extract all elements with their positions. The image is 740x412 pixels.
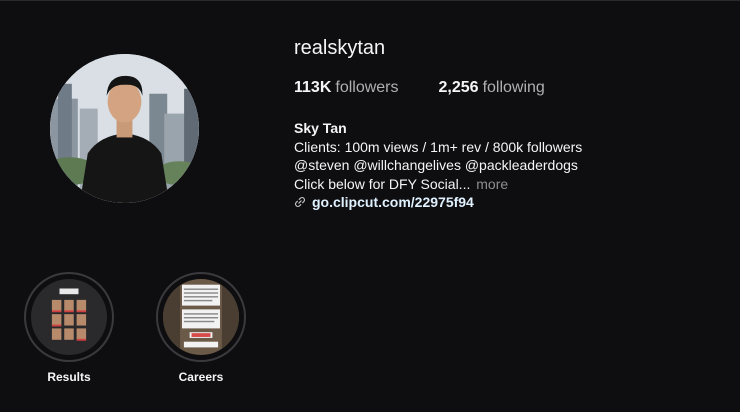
highlight-ring (156, 272, 246, 362)
avatar-photo (50, 54, 199, 203)
profile-page: realskytan 113K followers 2,256 following … (0, 0, 740, 412)
highlight-label: Careers (178, 370, 224, 384)
highlight-thumbnail (31, 279, 107, 355)
bio-line-2: @steven @willchangelives @packleaderdogs (294, 157, 578, 173)
bio-line-3-row: Click below for DFY Social... more (294, 175, 582, 194)
more-button[interactable]: more (476, 176, 508, 192)
highlight-ring (24, 272, 114, 362)
followers-stat[interactable]: 113K followers (294, 79, 399, 97)
bio-link[interactable]: go.clipcut.com/22975f94 (312, 193, 474, 212)
profile-bio: Sky Tan Clients: 100m views / 1m+ rev / … (294, 119, 582, 212)
display-name: Sky Tan (294, 120, 347, 136)
bio-line-1: Clients: 100m views / 1m+ rev / 800k fol… (294, 138, 583, 155)
bio-line-3: Click below for DFY Social... (294, 175, 471, 192)
profile-stats: 113K followers 2,256 following (294, 79, 545, 97)
highlight-label: Results (47, 370, 91, 384)
profile-avatar[interactable] (50, 54, 199, 203)
bio-link-row[interactable]: go.clipcut.com/22975f94 (294, 193, 582, 212)
followers-label: followers (335, 79, 399, 96)
link-icon (295, 197, 305, 208)
following-label: following (482, 79, 545, 96)
following-stat[interactable]: 2,256 following (439, 79, 545, 97)
highlight-cover (31, 279, 107, 355)
profile-username: realskytan (294, 37, 386, 59)
following-count: 2,256 (438, 79, 479, 96)
highlight-thumbnail (163, 279, 239, 355)
highlight-cover (163, 279, 239, 355)
highlight-results[interactable]: Results (24, 272, 114, 384)
followers-count: 113K (294, 79, 332, 96)
highlight-careers[interactable]: Careers (156, 272, 246, 384)
